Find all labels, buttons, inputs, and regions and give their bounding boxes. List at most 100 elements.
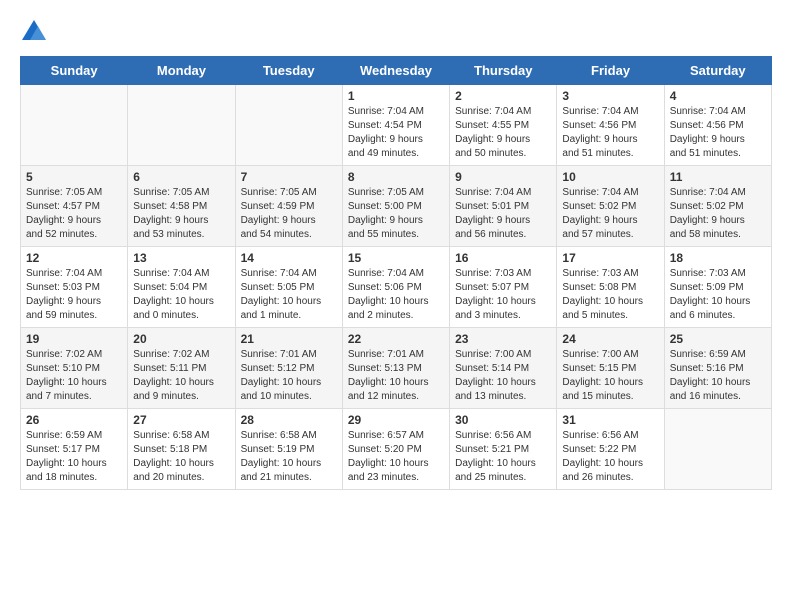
day-info: Sunrise: 7:04 AM Sunset: 4:55 PM Dayligh… [455, 105, 551, 161]
calendar-cell: 7 Sunrise: 7:05 AM Sunset: 4:59 PM Daylig… [235, 166, 342, 247]
day-number: 8 [348, 170, 444, 184]
calendar-week-row: 5 Sunrise: 7:05 AM Sunset: 4:57 PM Daylig… [21, 166, 772, 247]
calendar-cell: 6Sunrise: 7:05 AM Sunset: 4:58 PM Daylig… [128, 166, 235, 247]
calendar-cell [235, 85, 342, 166]
day-info: Sunrise: 6:58 AM Sunset: 5:18 PM Dayligh… [133, 429, 229, 485]
calendar-week-row: 12Sunrise: 7:04 AM Sunset: 5:03 PM Dayli… [21, 247, 772, 328]
calendar-header: SundayMondayTuesdayWednesdayThursdayFrid… [21, 57, 772, 85]
day-info: Sunrise: 7:05 AM Sunset: 4:57 PM Dayligh… [26, 186, 122, 242]
calendar-cell: 24 Sunrise: 7:00 AM Sunset: 5:15 PM Dayli… [557, 328, 664, 409]
calendar-cell: 22Sunrise: 7:01 AM Sunset: 5:13 PM Dayli… [342, 328, 449, 409]
weekday-header-saturday: Saturday [664, 57, 771, 85]
calendar-cell: 18 Sunrise: 7:03 AM Sunset: 5:09 PM Dayli… [664, 247, 771, 328]
calendar-week-row: 1Sunrise: 7:04 AM Sunset: 4:54 PM Daylig… [21, 85, 772, 166]
day-number: 11 [670, 170, 766, 184]
weekday-header-friday: Friday [557, 57, 664, 85]
day-number: 19 [26, 332, 122, 346]
day-info: Sunrise: 7:00 AM Sunset: 5:14 PM Dayligh… [455, 348, 551, 404]
day-info: Sunrise: 7:04 AM Sunset: 5:05 PM Dayligh… [241, 267, 337, 323]
calendar-cell [128, 85, 235, 166]
logo [20, 20, 46, 40]
day-info: Sunrise: 7:05 AM Sunset: 4:59 PM Dayligh… [241, 186, 337, 242]
day-info: Sunrise: 7:04 AM Sunset: 5:06 PM Dayligh… [348, 267, 444, 323]
day-number: 29 [348, 413, 444, 427]
calendar-cell: 25 Sunrise: 6:59 AM Sunset: 5:16 PM Dayli… [664, 328, 771, 409]
day-info: Sunrise: 6:59 AM Sunset: 5:16 PM Dayligh… [670, 348, 766, 404]
weekday-header-wednesday: Wednesday [342, 57, 449, 85]
day-number: 21 [241, 332, 337, 346]
day-info: Sunrise: 7:04 AM Sunset: 5:02 PM Dayligh… [670, 186, 766, 242]
day-info: Sunrise: 6:58 AM Sunset: 5:19 PM Dayligh… [241, 429, 337, 485]
weekday-header-row: SundayMondayTuesdayWednesdayThursdayFrid… [21, 57, 772, 85]
day-number: 3 [562, 89, 658, 103]
day-number: 2 [455, 89, 551, 103]
weekday-header-tuesday: Tuesday [235, 57, 342, 85]
calendar-body: 1Sunrise: 7:04 AM Sunset: 4:54 PM Daylig… [21, 85, 772, 490]
day-info: Sunrise: 7:01 AM Sunset: 5:12 PM Dayligh… [241, 348, 337, 404]
page-header [20, 20, 772, 40]
calendar-cell: 26 Sunrise: 6:59 AM Sunset: 5:17 PM Dayli… [21, 409, 128, 490]
day-number: 28 [241, 413, 337, 427]
calendar-cell: 19 Sunrise: 7:02 AM Sunset: 5:10 PM Dayli… [21, 328, 128, 409]
logo-icon [22, 20, 46, 40]
day-info: Sunrise: 7:03 AM Sunset: 5:07 PM Dayligh… [455, 267, 551, 323]
day-info: Sunrise: 6:56 AM Sunset: 5:21 PM Dayligh… [455, 429, 551, 485]
day-info: Sunrise: 7:01 AM Sunset: 5:13 PM Dayligh… [348, 348, 444, 404]
calendar-cell: 10Sunrise: 7:04 AM Sunset: 5:02 PM Dayli… [557, 166, 664, 247]
day-info: Sunrise: 7:00 AM Sunset: 5:15 PM Dayligh… [562, 348, 658, 404]
day-number: 16 [455, 251, 551, 265]
calendar-cell: 21 Sunrise: 7:01 AM Sunset: 5:12 PM Dayli… [235, 328, 342, 409]
calendar-week-row: 26 Sunrise: 6:59 AM Sunset: 5:17 PM Dayli… [21, 409, 772, 490]
calendar-cell: 14 Sunrise: 7:04 AM Sunset: 5:05 PM Dayli… [235, 247, 342, 328]
calendar-cell [664, 409, 771, 490]
calendar-cell: 11 Sunrise: 7:04 AM Sunset: 5:02 PM Dayli… [664, 166, 771, 247]
day-number: 5 [26, 170, 122, 184]
day-number: 31 [562, 413, 658, 427]
day-number: 27 [133, 413, 229, 427]
day-info: Sunrise: 7:04 AM Sunset: 5:04 PM Dayligh… [133, 267, 229, 323]
day-info: Sunrise: 7:03 AM Sunset: 5:08 PM Dayligh… [562, 267, 658, 323]
calendar-cell: 29 Sunrise: 6:57 AM Sunset: 5:20 PM Dayli… [342, 409, 449, 490]
day-info: Sunrise: 7:03 AM Sunset: 5:09 PM Dayligh… [670, 267, 766, 323]
calendar-cell: 9Sunrise: 7:04 AM Sunset: 5:01 PM Daylig… [450, 166, 557, 247]
calendar-cell: 2 Sunrise: 7:04 AM Sunset: 4:55 PM Daylig… [450, 85, 557, 166]
calendar-cell: 30Sunrise: 6:56 AM Sunset: 5:21 PM Dayli… [450, 409, 557, 490]
calendar-week-row: 19 Sunrise: 7:02 AM Sunset: 5:10 PM Dayli… [21, 328, 772, 409]
calendar-cell: 1Sunrise: 7:04 AM Sunset: 4:54 PM Daylig… [342, 85, 449, 166]
day-info: Sunrise: 7:05 AM Sunset: 4:58 PM Dayligh… [133, 186, 229, 242]
calendar-cell [21, 85, 128, 166]
day-number: 26 [26, 413, 122, 427]
day-number: 17 [562, 251, 658, 265]
calendar-cell: 23 Sunrise: 7:00 AM Sunset: 5:14 PM Dayli… [450, 328, 557, 409]
weekday-header-thursday: Thursday [450, 57, 557, 85]
day-info: Sunrise: 6:59 AM Sunset: 5:17 PM Dayligh… [26, 429, 122, 485]
day-info: Sunrise: 7:04 AM Sunset: 5:03 PM Dayligh… [26, 267, 122, 323]
day-info: Sunrise: 7:04 AM Sunset: 4:56 PM Dayligh… [562, 105, 658, 161]
calendar-cell: 12Sunrise: 7:04 AM Sunset: 5:03 PM Dayli… [21, 247, 128, 328]
calendar-table: SundayMondayTuesdayWednesdayThursdayFrid… [20, 56, 772, 490]
day-number: 24 [562, 332, 658, 346]
day-number: 18 [670, 251, 766, 265]
day-number: 20 [133, 332, 229, 346]
day-number: 14 [241, 251, 337, 265]
weekday-header-monday: Monday [128, 57, 235, 85]
day-number: 23 [455, 332, 551, 346]
day-info: Sunrise: 7:04 AM Sunset: 4:56 PM Dayligh… [670, 105, 766, 161]
day-info: Sunrise: 6:57 AM Sunset: 5:20 PM Dayligh… [348, 429, 444, 485]
calendar-cell: 8Sunrise: 7:05 AM Sunset: 5:00 PM Daylig… [342, 166, 449, 247]
day-number: 25 [670, 332, 766, 346]
day-number: 7 [241, 170, 337, 184]
weekday-header-sunday: Sunday [21, 57, 128, 85]
calendar-cell: 4 Sunrise: 7:04 AM Sunset: 4:56 PM Daylig… [664, 85, 771, 166]
calendar-cell: 17 Sunrise: 7:03 AM Sunset: 5:08 PM Dayli… [557, 247, 664, 328]
day-info: Sunrise: 7:02 AM Sunset: 5:10 PM Dayligh… [26, 348, 122, 404]
day-number: 4 [670, 89, 766, 103]
calendar-cell: 27 Sunrise: 6:58 AM Sunset: 5:18 PM Dayli… [128, 409, 235, 490]
day-info: Sunrise: 7:02 AM Sunset: 5:11 PM Dayligh… [133, 348, 229, 404]
calendar-cell: 16 Sunrise: 7:03 AM Sunset: 5:07 PM Dayli… [450, 247, 557, 328]
calendar-cell: 15Sunrise: 7:04 AM Sunset: 5:06 PM Dayli… [342, 247, 449, 328]
day-number: 1 [348, 89, 444, 103]
calendar-cell: 20 Sunrise: 7:02 AM Sunset: 5:11 PM Dayli… [128, 328, 235, 409]
day-number: 13 [133, 251, 229, 265]
day-info: Sunrise: 7:04 AM Sunset: 5:02 PM Dayligh… [562, 186, 658, 242]
